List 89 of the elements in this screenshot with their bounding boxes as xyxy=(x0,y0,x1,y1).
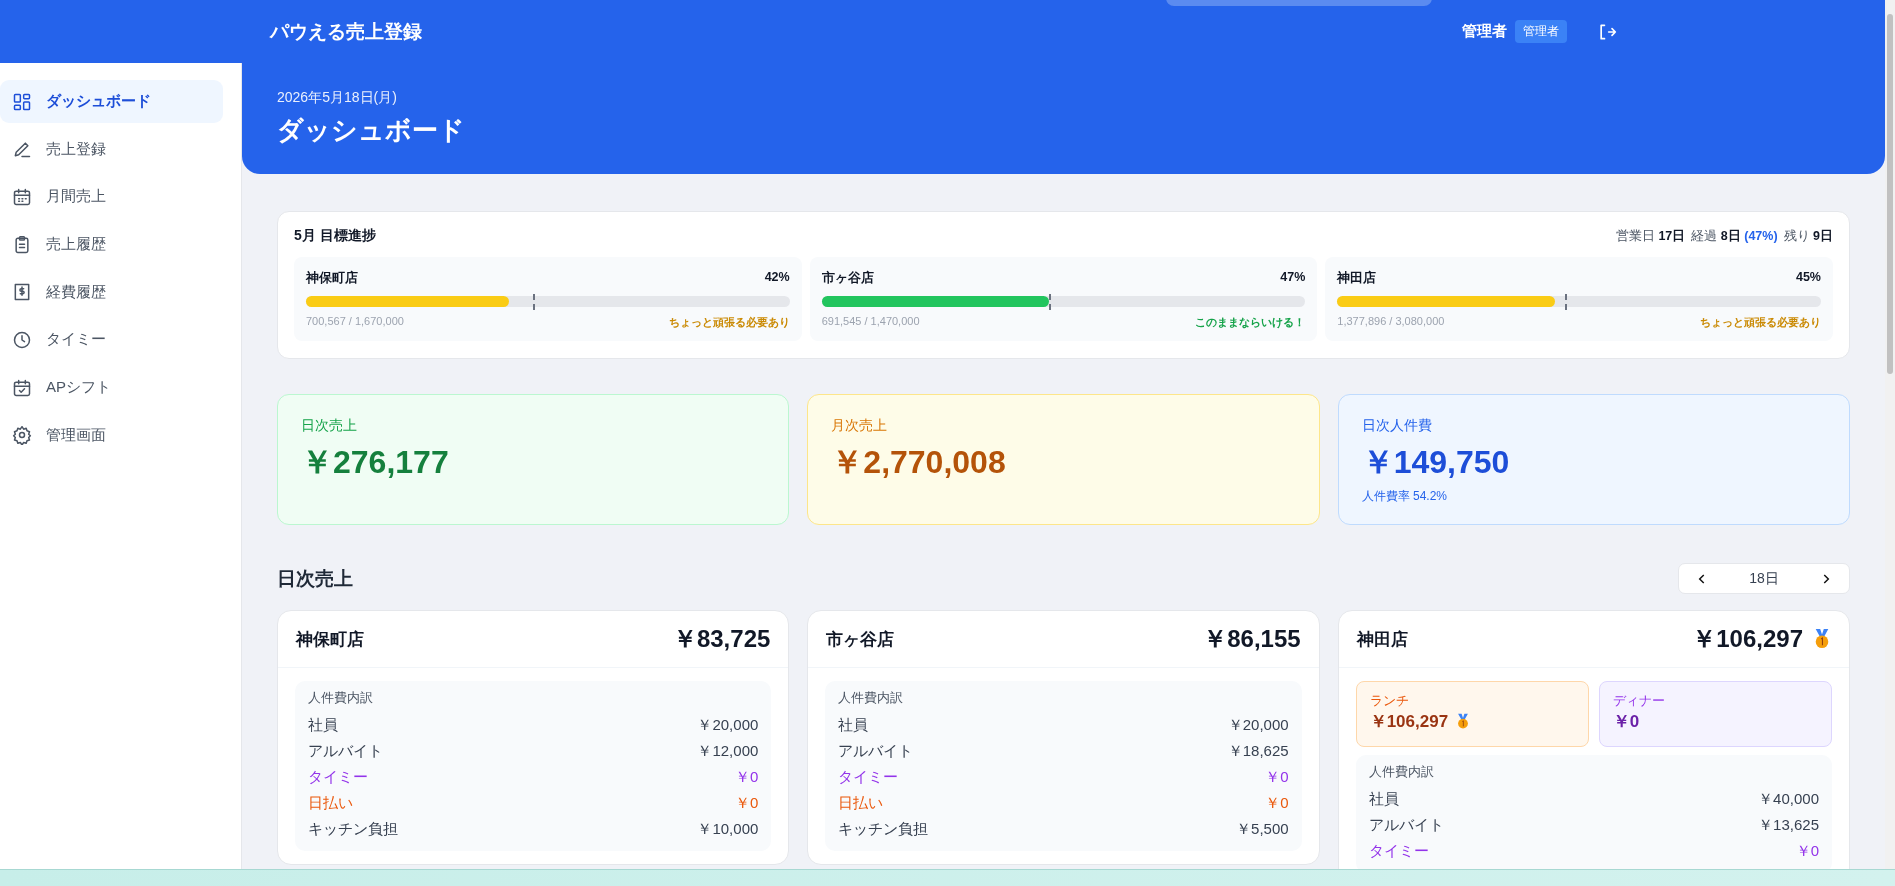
receipt-icon xyxy=(12,282,32,303)
stat-label: 月次売上 xyxy=(831,417,889,435)
cost-value: ￥0 xyxy=(735,767,759,787)
cost-value: ￥0 xyxy=(1265,767,1289,787)
business-days: 営業日 17日 xyxy=(1615,227,1686,245)
cost-value: ￥13,625 xyxy=(1758,815,1819,835)
progress-status: このままならいける！ xyxy=(1195,315,1306,330)
progress-amounts: 1,377,896 / 3,080,000 xyxy=(1337,315,1445,329)
store-total: ￥86,155 xyxy=(1203,624,1301,654)
store-total: ￥83,725 xyxy=(672,624,771,654)
section-title: 日次売上 xyxy=(277,566,353,591)
clock-icon xyxy=(12,329,32,350)
progress-status: ちょっと頑張る必要あり xyxy=(668,315,790,330)
cost-value: ￥0 xyxy=(1795,841,1819,861)
page-title: ダッシュボード xyxy=(277,114,466,147)
breakdown-title: 人件費内訳 xyxy=(1368,764,1435,781)
cost-label: 社員 xyxy=(308,715,338,735)
cost-label: タイミー xyxy=(308,767,368,787)
cost-label: 社員 xyxy=(838,715,869,735)
cost-value: ￥5,500 xyxy=(1236,819,1289,839)
stat-label: 日次売上 xyxy=(301,417,358,435)
sidebar-item[interactable]: タイミー xyxy=(0,318,223,362)
elapsed-days: 経過 8日 (47%) xyxy=(1691,227,1778,245)
progress-amounts: 700,567 / 1,670,000 xyxy=(306,315,404,329)
shift-value: ￥106,297 xyxy=(1369,711,1449,733)
cost-label: キッチン負担 xyxy=(308,819,398,839)
calendar-icon xyxy=(12,186,32,207)
cost-label: 社員 xyxy=(1368,789,1399,809)
cost-label: アルバイト xyxy=(308,741,383,761)
cost-value: ￥40,000 xyxy=(1758,789,1819,809)
sidebar-item[interactable]: 月間売上 xyxy=(0,175,223,219)
cost-value: ￥12,000 xyxy=(697,741,759,761)
cost-label: キッチン負担 xyxy=(838,819,929,839)
store-total: ￥106,297 xyxy=(1692,624,1803,654)
remaining-days: 残り 9日 xyxy=(1783,227,1833,245)
cost-label: 日払い xyxy=(838,793,884,813)
clipboard-icon xyxy=(12,234,32,255)
stat-value: ￥276,177 xyxy=(301,443,450,482)
cost-label: アルバイト xyxy=(1368,815,1444,835)
card-title: 5月 目標進捗 xyxy=(294,227,376,245)
store-name: 市ヶ谷店 xyxy=(826,628,895,651)
stat-label: 日次人件費 xyxy=(1361,417,1433,435)
stat-note: 人件費率 54.2% xyxy=(1361,488,1448,505)
grid-icon xyxy=(12,91,32,112)
sidebar-item[interactable]: APシフト xyxy=(0,366,223,410)
progress-percent: 45% xyxy=(1795,270,1821,286)
sidebar-item[interactable]: 売上登録 xyxy=(0,127,223,171)
cost-value: ￥0 xyxy=(735,793,759,813)
scrollbar[interactable] xyxy=(1885,0,1895,869)
progress-percent: 42% xyxy=(764,270,790,286)
page-date: 2026年5月18日(月) xyxy=(277,89,398,107)
store-name: 神保町店 xyxy=(296,628,364,651)
app-title: パウえる売上登録 xyxy=(270,19,422,44)
cost-value: ￥20,000 xyxy=(1227,715,1289,735)
shift-value: ￥0 xyxy=(1612,711,1640,733)
cost-value: ￥0 xyxy=(1265,793,1289,813)
cost-value: ￥18,625 xyxy=(1227,741,1289,761)
cost-label: タイミー xyxy=(838,767,899,787)
sidebar-item[interactable]: ダッシュボード xyxy=(0,80,223,123)
user-name: 管理者 xyxy=(1462,22,1507,41)
cost-label: アルバイト xyxy=(838,741,914,761)
progress-status: ちょっと頑張る必要あり xyxy=(1700,315,1821,330)
store-name: 市ヶ谷店 xyxy=(821,270,874,287)
cost-label: タイミー xyxy=(1368,841,1429,861)
breakdown-title: 人件費内訳 xyxy=(308,690,374,707)
gear-icon xyxy=(12,425,32,446)
scrollbar-thumb[interactable] xyxy=(1887,14,1893,374)
cost-value: ￥20,000 xyxy=(697,715,759,735)
cost-label: 日払い xyxy=(308,793,353,813)
calendar-check-icon xyxy=(12,377,32,398)
breakdown-title: 人件費内訳 xyxy=(838,690,905,707)
progress-amounts: 691,545 / 1,470,000 xyxy=(821,315,920,329)
pencil-icon xyxy=(12,139,32,160)
shift-label: ディナー xyxy=(1612,693,1666,710)
stat-value: ￥2,770,008 xyxy=(831,443,1007,482)
cost-value: ￥10,000 xyxy=(697,819,759,839)
sidebar-item[interactable]: 管理画面 xyxy=(0,413,223,457)
medal-icon xyxy=(1456,713,1471,730)
medal-icon xyxy=(1813,628,1831,650)
sidebar-item[interactable]: 売上履歴 xyxy=(0,223,223,267)
stat-value: ￥149,750 xyxy=(1361,443,1511,482)
day-label: 18日 xyxy=(1749,569,1779,588)
progress-percent: 47% xyxy=(1280,270,1306,286)
role-badge: 管理者 xyxy=(1515,20,1567,43)
store-name: 神保町店 xyxy=(306,270,358,287)
shift-label: ランチ xyxy=(1369,693,1410,710)
store-name: 神田店 xyxy=(1337,270,1377,287)
store-name: 神田店 xyxy=(1356,628,1408,651)
sidebar-item[interactable]: 経費履歴 xyxy=(0,270,223,314)
